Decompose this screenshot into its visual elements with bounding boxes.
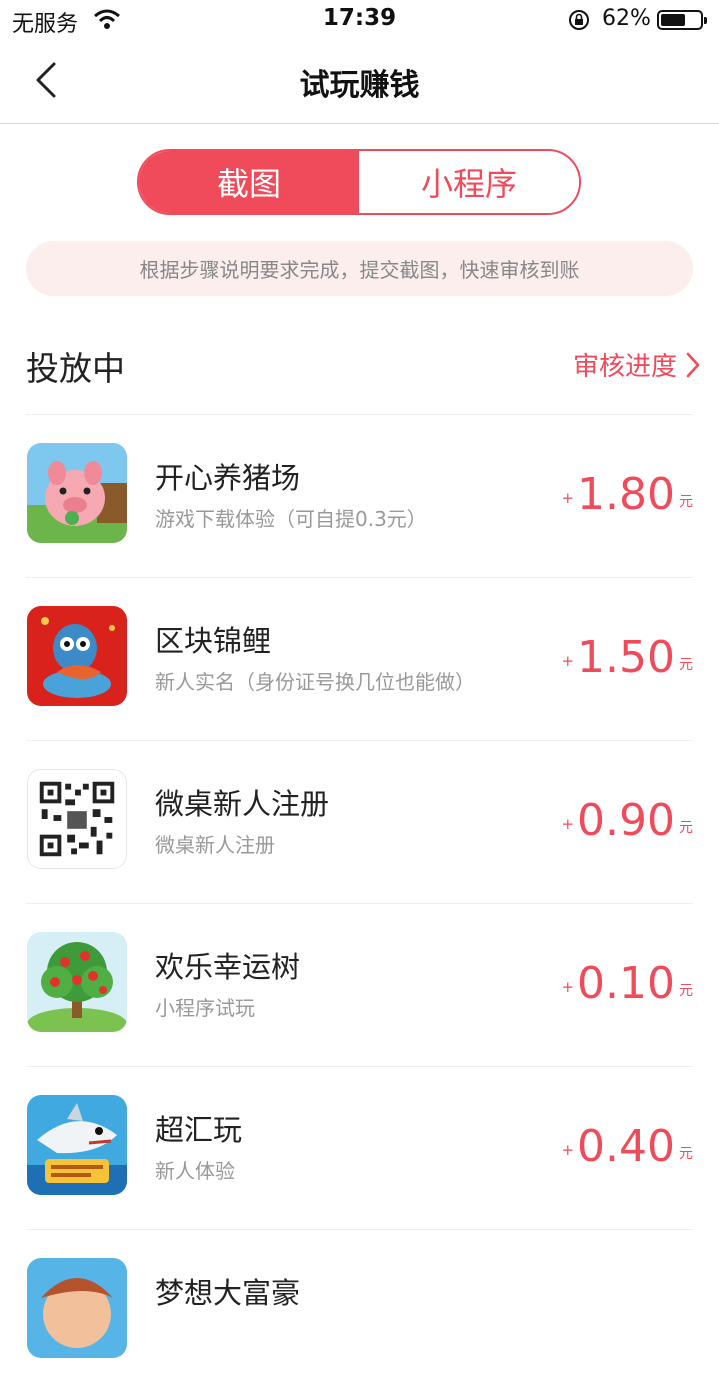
task-name: 欢乐幸运树 [155, 950, 301, 984]
task-reward: + 1.80 元 [561, 469, 693, 520]
task-description: 小程序试玩 [155, 996, 255, 1020]
nav-bar: 试玩赚钱 [0, 40, 719, 124]
chevron-right-icon [686, 352, 700, 377]
reward-unit: 元 [679, 983, 693, 999]
qr-code-icon [27, 769, 127, 869]
shark-game-icon [27, 1095, 127, 1195]
reward-amount: 1.80 [577, 469, 675, 520]
tycoon-icon [27, 1258, 127, 1358]
task-description: 游戏下载体验（可自提0.3元） [155, 507, 427, 531]
reward-unit: 元 [679, 494, 693, 510]
task-reward: + 0.10 元 [561, 958, 693, 1009]
page-title: 试玩赚钱 [299, 68, 420, 103]
status-bar: 无服务 17:39 62% [0, 0, 719, 40]
task-reward: + 1.50 元 [561, 632, 693, 683]
task-description: 微桌新人注册 [155, 833, 275, 857]
task-name: 微桌新人注册 [155, 787, 330, 821]
reward-amount: 0.10 [577, 958, 675, 1009]
lucky-tree-icon [27, 932, 127, 1032]
task-row[interactable]: 微桌新人注册 微桌新人注册 + 0.90 元 [26, 740, 693, 903]
task-row[interactable]: 开心养猪场 游戏下载体验（可自提0.3元） + 1.80 元 [26, 414, 693, 577]
mode-segmented-control: 截图 小程序 [137, 149, 581, 215]
battery-icon [657, 10, 707, 30]
task-description: 新人体验 [155, 1159, 235, 1183]
task-row[interactable]: 区块锦鲤 新人实名（身份证号换几位也能做） + 1.50 元 [26, 577, 693, 740]
review-progress-link[interactable]: 审核进度 [573, 346, 701, 383]
section-title: 投放中 [26, 349, 125, 388]
reward-unit: 元 [679, 820, 693, 836]
task-name: 梦想大富豪 [155, 1276, 301, 1310]
task-row[interactable]: 欢乐幸运树 小程序试玩 + 0.10 元 [26, 903, 693, 1066]
task-list: 开心养猪场 游戏下载体验（可自提0.3元） + 1.80 元 区块锦鲤 新人实名… [26, 414, 693, 1392]
task-row[interactable]: 超汇玩 新人体验 + 0.40 元 [26, 1066, 693, 1229]
reward-unit: 元 [679, 1146, 693, 1162]
tab-mini-program[interactable]: 小程序 [359, 151, 579, 213]
pig-farm-icon [27, 443, 127, 543]
reward-amount: 0.90 [577, 795, 675, 846]
review-progress-label: 审核进度 [572, 352, 677, 382]
reward-unit: 元 [679, 657, 693, 673]
task-name: 开心养猪场 [155, 461, 301, 495]
task-description: 新人实名（身份证号换几位也能做） [155, 670, 475, 694]
task-name: 超汇玩 [155, 1113, 243, 1147]
reward-amount: 0.40 [577, 1121, 675, 1172]
reward-amount: 1.50 [577, 632, 675, 683]
task-reward: + 0.90 元 [561, 795, 693, 846]
rotation-lock-icon [569, 10, 589, 30]
tab-screenshot[interactable]: 截图 [139, 151, 359, 213]
task-row[interactable]: 梦想大富豪 [26, 1229, 693, 1392]
task-reward: + 0.40 元 [561, 1121, 693, 1172]
instruction-banner: 根据步骤说明要求完成，提交截图，快速审核到账 [26, 241, 693, 296]
task-name: 区块锦鲤 [155, 624, 272, 658]
battery-percent: 62% [602, 6, 651, 31]
koi-owl-icon [27, 606, 127, 706]
